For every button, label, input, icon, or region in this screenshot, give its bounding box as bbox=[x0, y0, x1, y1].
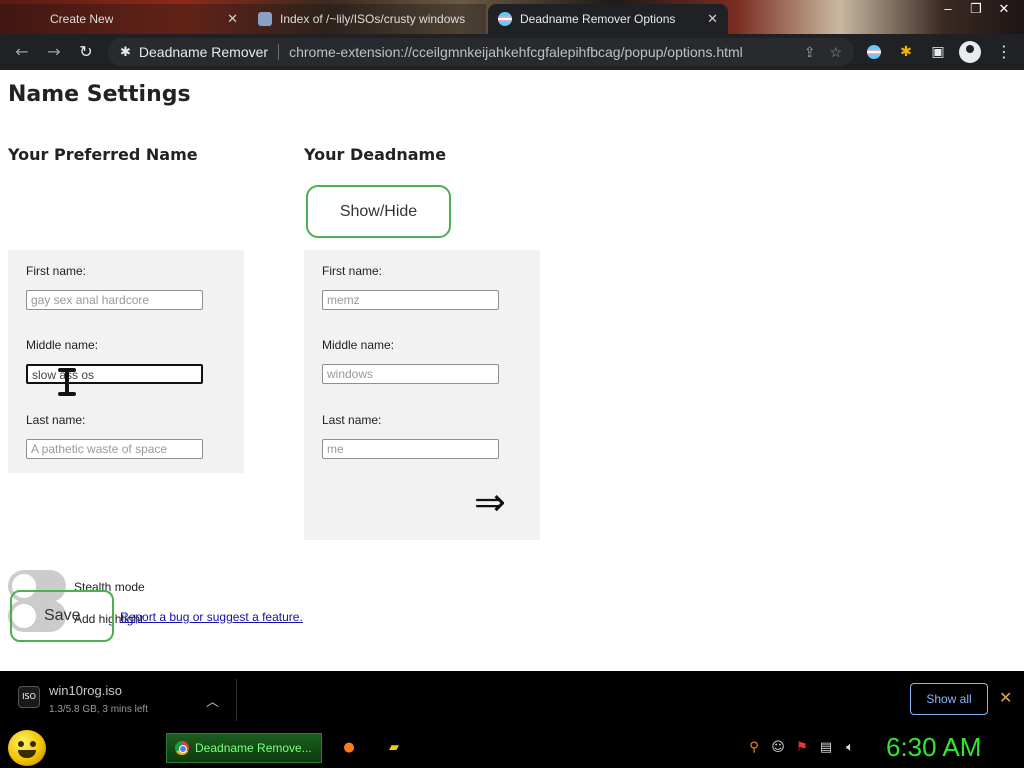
address-bar[interactable]: ✱ Deadname Remover chrome-extension://cc… bbox=[108, 38, 854, 66]
taskbar-clock[interactable]: 6:30 AM bbox=[886, 732, 981, 763]
chevron-up-icon[interactable]: ︿ bbox=[206, 691, 219, 710]
save-button[interactable]: Save bbox=[10, 590, 114, 642]
tab-title: Index of /~lily/ISOs/crusty windows bbox=[280, 12, 466, 26]
tab-title: Deadname Remover Options bbox=[520, 12, 676, 26]
taskbar-window-title: Deadname Remove... bbox=[195, 741, 312, 755]
omnibox-divider bbox=[278, 44, 280, 60]
search-icon[interactable]: ⚲ bbox=[746, 740, 762, 756]
close-window-button[interactable]: ✕ bbox=[990, 0, 1018, 18]
show-hide-button[interactable]: Show/Hide bbox=[306, 185, 451, 238]
network-icon[interactable]: ▤ bbox=[818, 740, 834, 756]
maximize-button[interactable]: ❐ bbox=[962, 0, 990, 18]
page-title: Name Settings bbox=[8, 82, 191, 107]
deadname-panel: First name: memz Middle name: windows La… bbox=[304, 250, 540, 540]
tab-index-of-isos[interactable]: Index of /~lily/ISOs/crusty windows bbox=[248, 4, 486, 34]
tab-deadname-remover-options[interactable]: Deadname Remover Options ✕ bbox=[488, 4, 728, 34]
download-bar: ISO win10rog.iso 1.3/5.8 GB, 3 mins left… bbox=[0, 671, 1024, 728]
globe-icon bbox=[258, 12, 272, 26]
right-double-arrow-icon: ⇒ bbox=[474, 480, 506, 524]
preferred-first-name-input[interactable]: gay sex anal hardcore bbox=[26, 290, 203, 310]
firefox-icon[interactable]: ● bbox=[341, 740, 357, 756]
preferred-last-name-input[interactable]: A pathetic waste of space bbox=[26, 439, 203, 459]
minimize-button[interactable]: – bbox=[934, 0, 962, 18]
browser-toolbar: ← → ↻ ✱ Deadname Remover chrome-extensio… bbox=[0, 34, 1024, 70]
taskbar: Deadname Remove... ● ▰ ⚲ ☺ ⚑ ▤ 🔈︎ 6:30 A… bbox=[0, 728, 1024, 768]
profile-avatar-icon[interactable] bbox=[959, 41, 981, 63]
deadname-last-name-input[interactable]: me bbox=[322, 439, 499, 459]
extension-puzzle-icon: ✱ bbox=[120, 44, 131, 59]
text-cursor-icon bbox=[58, 368, 76, 396]
tab-strip: Create New ✕ Index of /~lily/ISOs/crusty… bbox=[0, 0, 1024, 34]
preferred-middle-name-label: Middle name: bbox=[26, 338, 99, 352]
trans-flag-extension-icon[interactable] bbox=[864, 42, 884, 62]
preferred-name-heading: Your Preferred Name bbox=[8, 145, 198, 164]
back-arrow-icon[interactable]: ← bbox=[12, 42, 32, 62]
tab-close-icon[interactable]: ✕ bbox=[227, 11, 238, 27]
deadname-middle-name-label: Middle name: bbox=[322, 338, 395, 352]
folder-icon[interactable]: ▰ bbox=[386, 740, 402, 756]
deadname-last-name-label: Last name: bbox=[322, 413, 382, 427]
side-panel-icon[interactable]: ▣ bbox=[928, 42, 948, 62]
deadname-heading: Your Deadname bbox=[304, 145, 447, 164]
preferred-name-panel: First name: gay sex anal hardcore Middle… bbox=[8, 250, 244, 473]
tab-title: Create New bbox=[50, 12, 114, 26]
url-text: chrome-extension://cceilgmnkeijahkehfcgf… bbox=[289, 44, 743, 60]
deadname-first-name-label: First name: bbox=[322, 264, 383, 278]
tab-close-icon[interactable]: ✕ bbox=[707, 11, 718, 27]
show-all-button[interactable]: Show all bbox=[910, 683, 988, 715]
bookmark-star-icon[interactable]: ☆ bbox=[829, 44, 842, 61]
iso-file-icon: ISO bbox=[18, 686, 40, 708]
menu-kebab-icon[interactable]: ⋮ bbox=[996, 42, 1012, 61]
download-status: 1.3/5.8 GB, 3 mins left bbox=[49, 704, 148, 715]
deadname-first-name-input[interactable]: memz bbox=[322, 290, 499, 310]
trans-flag-icon bbox=[498, 12, 512, 26]
site-name: Deadname Remover bbox=[138, 44, 269, 60]
messenger-icon[interactable]: ☺ bbox=[770, 740, 786, 756]
share-icon[interactable]: ⇪ bbox=[804, 44, 816, 61]
deadname-middle-name-input[interactable]: windows bbox=[322, 364, 499, 384]
download-divider bbox=[236, 679, 237, 721]
download-file-name[interactable]: win10rog.iso bbox=[49, 683, 122, 698]
taskbar-chrome-window[interactable]: Deadname Remove... bbox=[166, 733, 322, 763]
tab-create-new[interactable]: Create New ✕ bbox=[0, 4, 248, 34]
forward-arrow-icon[interactable]: → bbox=[44, 42, 64, 62]
close-download-bar-icon[interactable]: ✕ bbox=[999, 688, 1012, 707]
start-smiley-icon[interactable] bbox=[8, 730, 46, 766]
action-center-flag-icon[interactable]: ⚑ bbox=[794, 740, 810, 756]
preferred-middle-name-input[interactable]: slow ass os bbox=[26, 364, 203, 384]
options-page: Name Settings Your Preferred Name Your D… bbox=[0, 70, 1024, 671]
volume-icon[interactable]: 🔈︎ bbox=[842, 740, 858, 756]
preferred-first-name-label: First name: bbox=[26, 264, 87, 278]
chrome-icon bbox=[175, 741, 189, 755]
report-bug-link[interactable]: Report a bug or suggest a feature. bbox=[120, 610, 303, 624]
extensions-puzzle-icon[interactable]: ✱ bbox=[896, 42, 916, 62]
reload-icon[interactable]: ↻ bbox=[76, 42, 96, 62]
preferred-last-name-label: Last name: bbox=[26, 413, 86, 427]
